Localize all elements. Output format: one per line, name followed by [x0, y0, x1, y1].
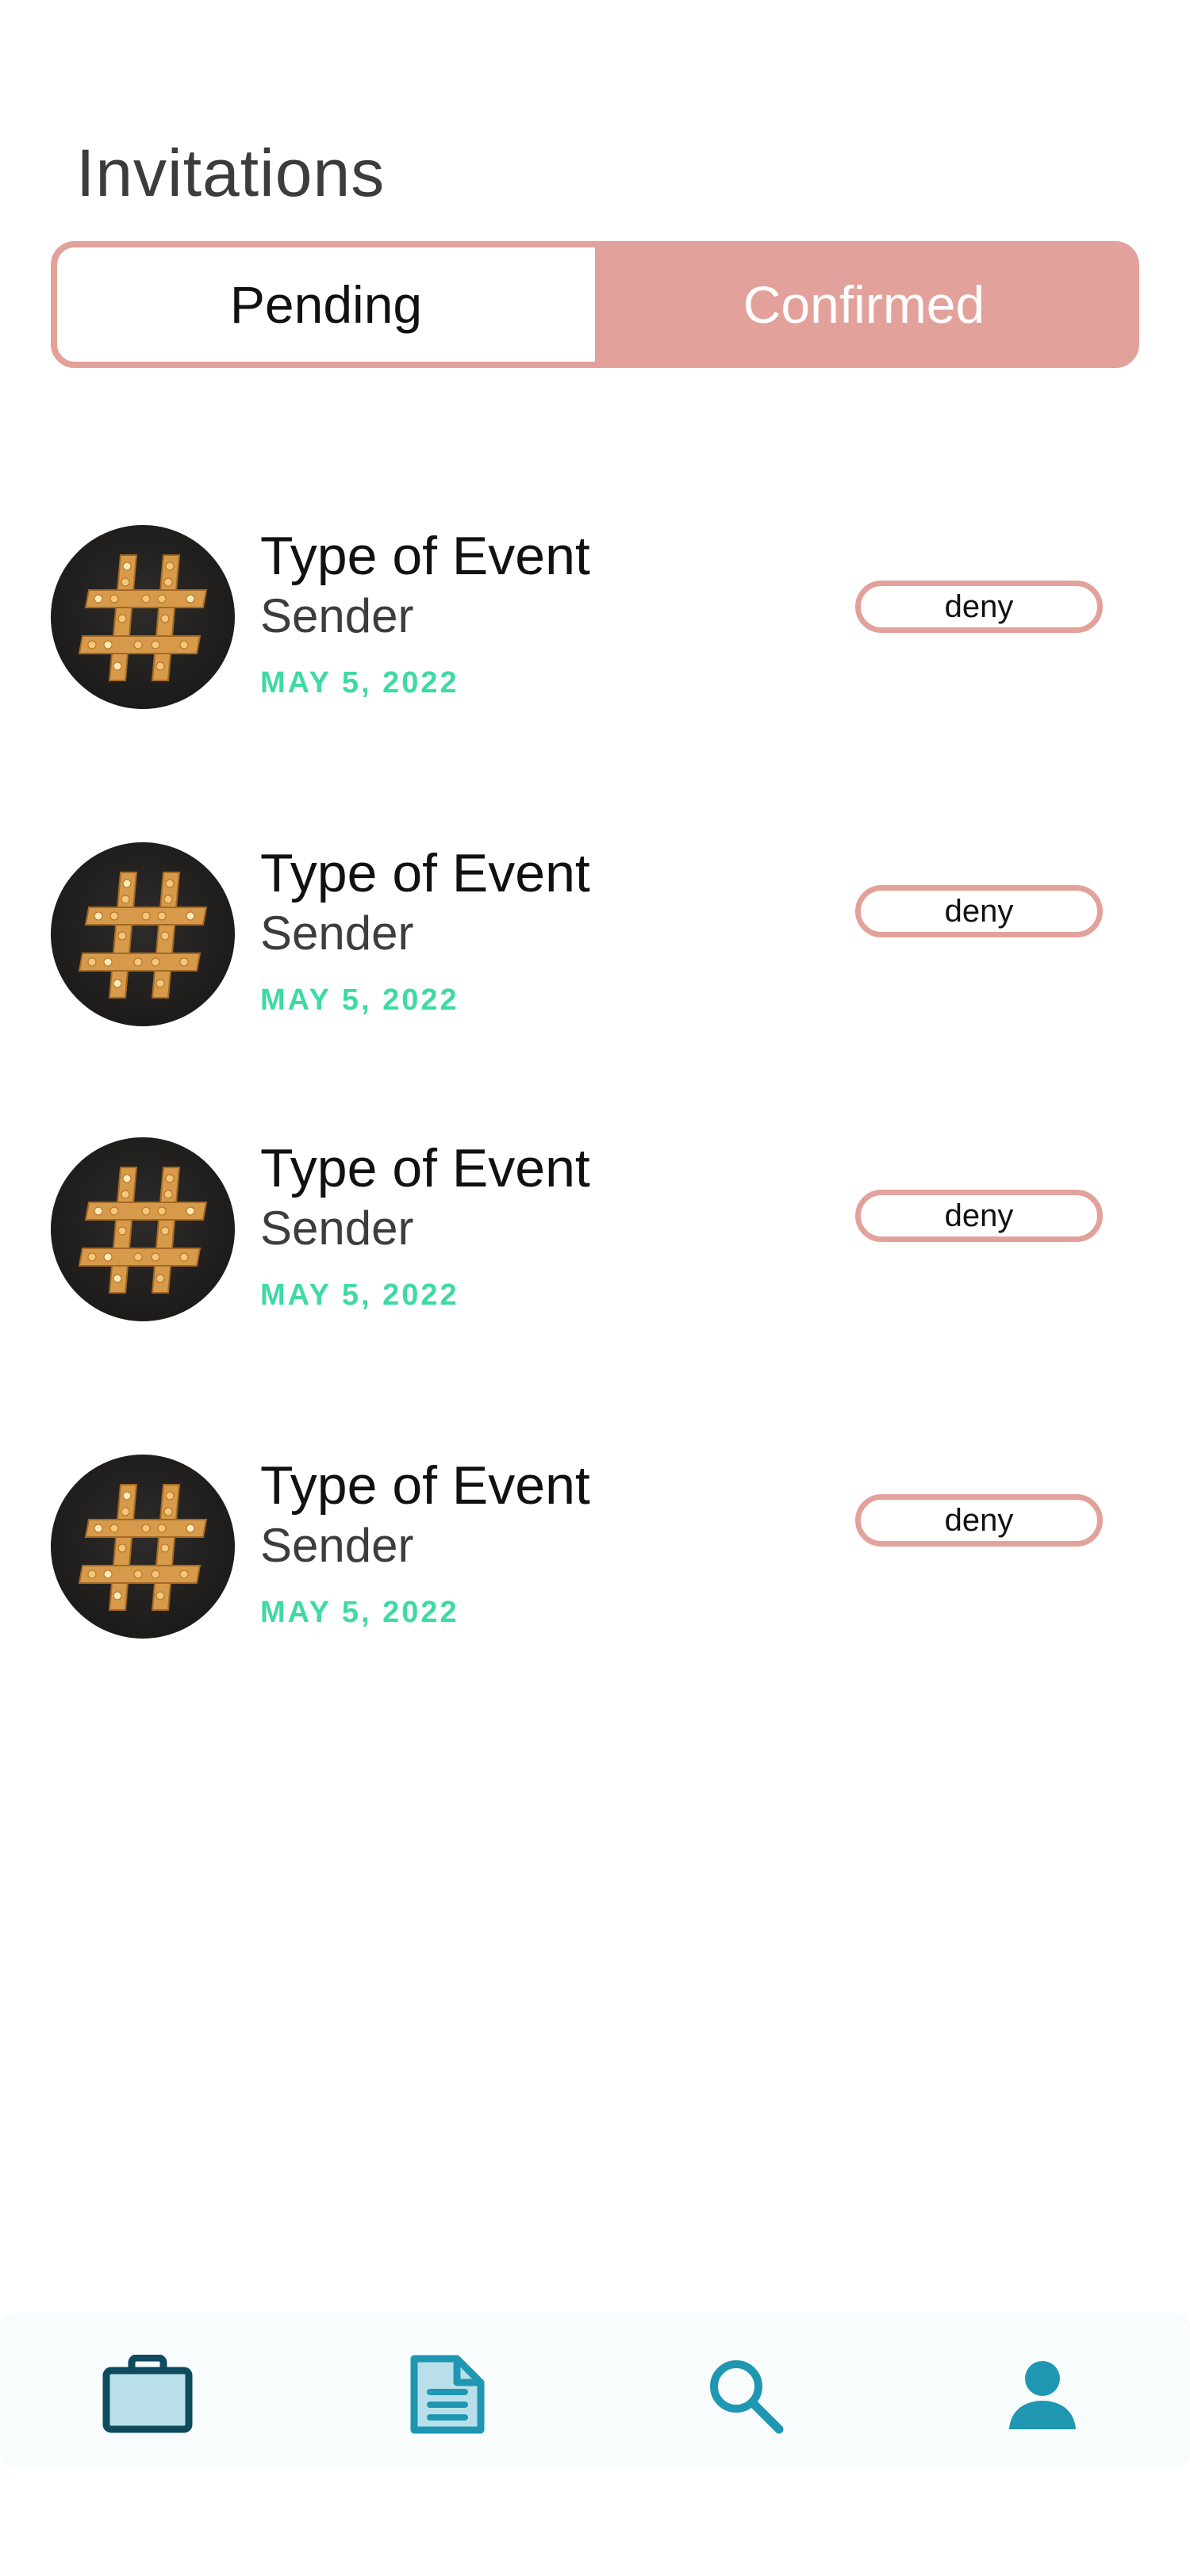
tab-confirmed[interactable]: Confirmed [595, 247, 1133, 362]
invitation-status-tabs: Pending Confirmed [51, 241, 1139, 368]
deny-button[interactable]: deny [855, 581, 1103, 633]
event-type: Type of Event [260, 1455, 590, 1516]
invitation-item[interactable]: Type of Event Sender MAY 5, 2022 deny [51, 525, 1139, 709]
nav-profile[interactable] [995, 2351, 1090, 2438]
profile-icon [1009, 2361, 1076, 2429]
search-icon [710, 2360, 784, 2434]
page-title: Invitations [76, 136, 386, 210]
tab-pending[interactable]: Pending [57, 247, 595, 362]
hashtag-marquee-icon [51, 842, 235, 1026]
deny-button[interactable]: deny [855, 1494, 1103, 1547]
deny-button[interactable]: deny [855, 885, 1103, 937]
invitation-item[interactable]: Type of Event Sender MAY 5, 2022 deny [51, 1137, 1139, 1321]
hashtag-marquee-icon [51, 525, 235, 709]
event-type: Type of Event [260, 1138, 590, 1198]
deny-button[interactable]: deny [855, 1190, 1103, 1242]
event-type: Type of Event [260, 526, 590, 586]
briefcase-icon [102, 2355, 193, 2433]
document-icon [410, 2355, 485, 2434]
event-date: MAY 5, 2022 [260, 666, 459, 700]
bottom-navigation [0, 2313, 1190, 2468]
nav-search[interactable] [697, 2351, 792, 2438]
event-sender: Sender [260, 1202, 414, 1255]
hashtag-marquee-icon [51, 1137, 235, 1321]
event-sender: Sender [260, 907, 414, 960]
invitation-item[interactable]: Type of Event Sender MAY 5, 2022 deny [51, 1455, 1139, 1639]
event-type: Type of Event [260, 843, 590, 903]
nav-documents[interactable] [398, 2351, 493, 2438]
event-date: MAY 5, 2022 [260, 1596, 459, 1629]
invitation-item[interactable]: Type of Event Sender MAY 5, 2022 deny [51, 842, 1139, 1026]
event-date: MAY 5, 2022 [260, 1278, 459, 1312]
hashtag-marquee-icon [51, 1455, 235, 1639]
nav-jobs[interactable] [100, 2351, 195, 2438]
event-sender: Sender [260, 1519, 414, 1572]
event-date: MAY 5, 2022 [260, 983, 459, 1017]
event-sender: Sender [260, 589, 414, 642]
